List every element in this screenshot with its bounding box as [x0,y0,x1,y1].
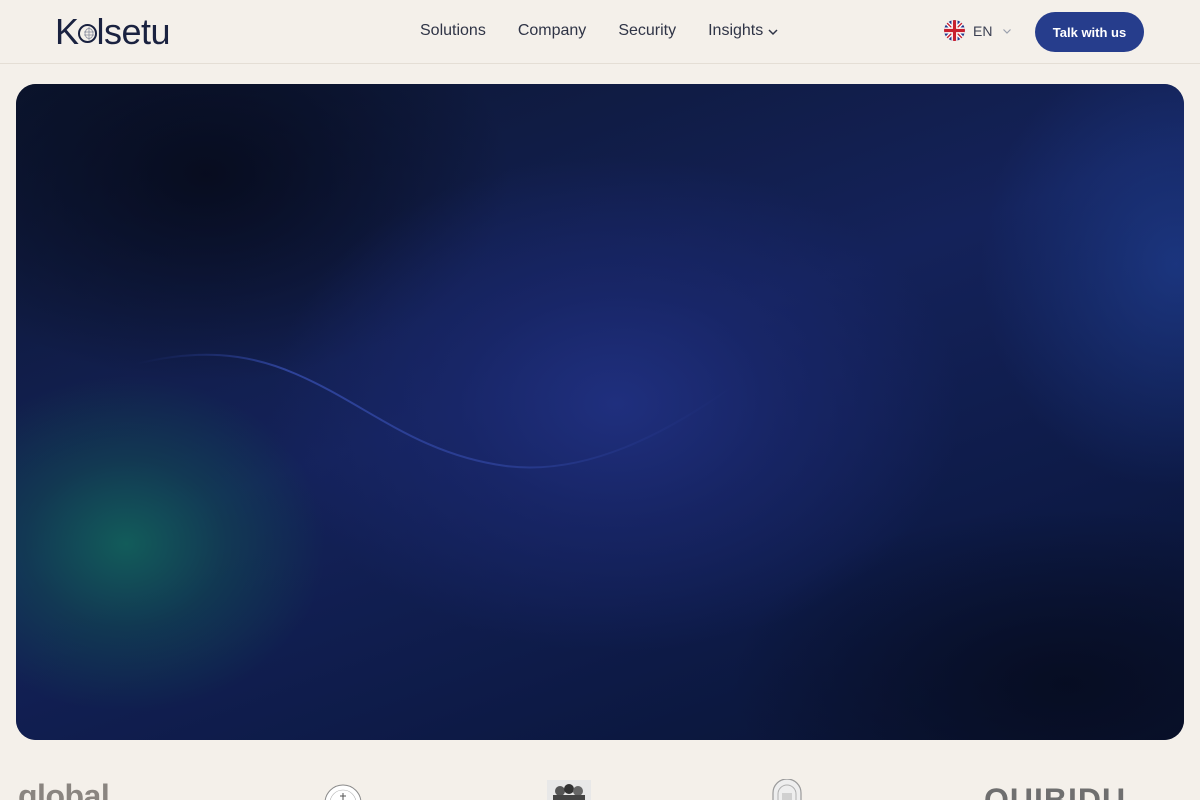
kolsetu-logo[interactable]: K lsetu [55,11,171,52]
talk-with-us-button[interactable]: Talk with us [1035,12,1144,52]
site-header: K lsetu Solutions Company Security Insig… [0,0,1200,64]
chevron-down-icon [1003,28,1012,34]
nav-security[interactable]: Security [618,20,676,42]
partner-logo-quibidu: QUIBIDU [984,782,1127,800]
nav-insights[interactable]: Insights [708,20,779,42]
nav-insights-label: Insights [708,22,764,39]
partner-logos-strip: global QUIBIDU [0,740,1200,800]
nav-company[interactable]: Company [518,20,586,42]
globe-icon [77,23,97,43]
chevron-down-icon [768,29,778,36]
language-code: EN [973,22,993,39]
partner-logo-circular-seal [324,784,362,800]
partner-logo-arch-emblem [770,779,804,800]
language-selector[interactable]: EN [944,20,1012,41]
main-nav: Solutions Company Security Insights [420,20,779,42]
nav-solutions[interactable]: Solutions [420,20,486,42]
hero-wave-line [135,353,737,469]
uk-flag-icon [944,20,965,41]
partner-logo-global: global [18,778,110,800]
hero-banner [16,84,1184,740]
logo-wordmark: K lsetu [55,11,171,52]
partner-logo-group-photo [547,780,591,800]
